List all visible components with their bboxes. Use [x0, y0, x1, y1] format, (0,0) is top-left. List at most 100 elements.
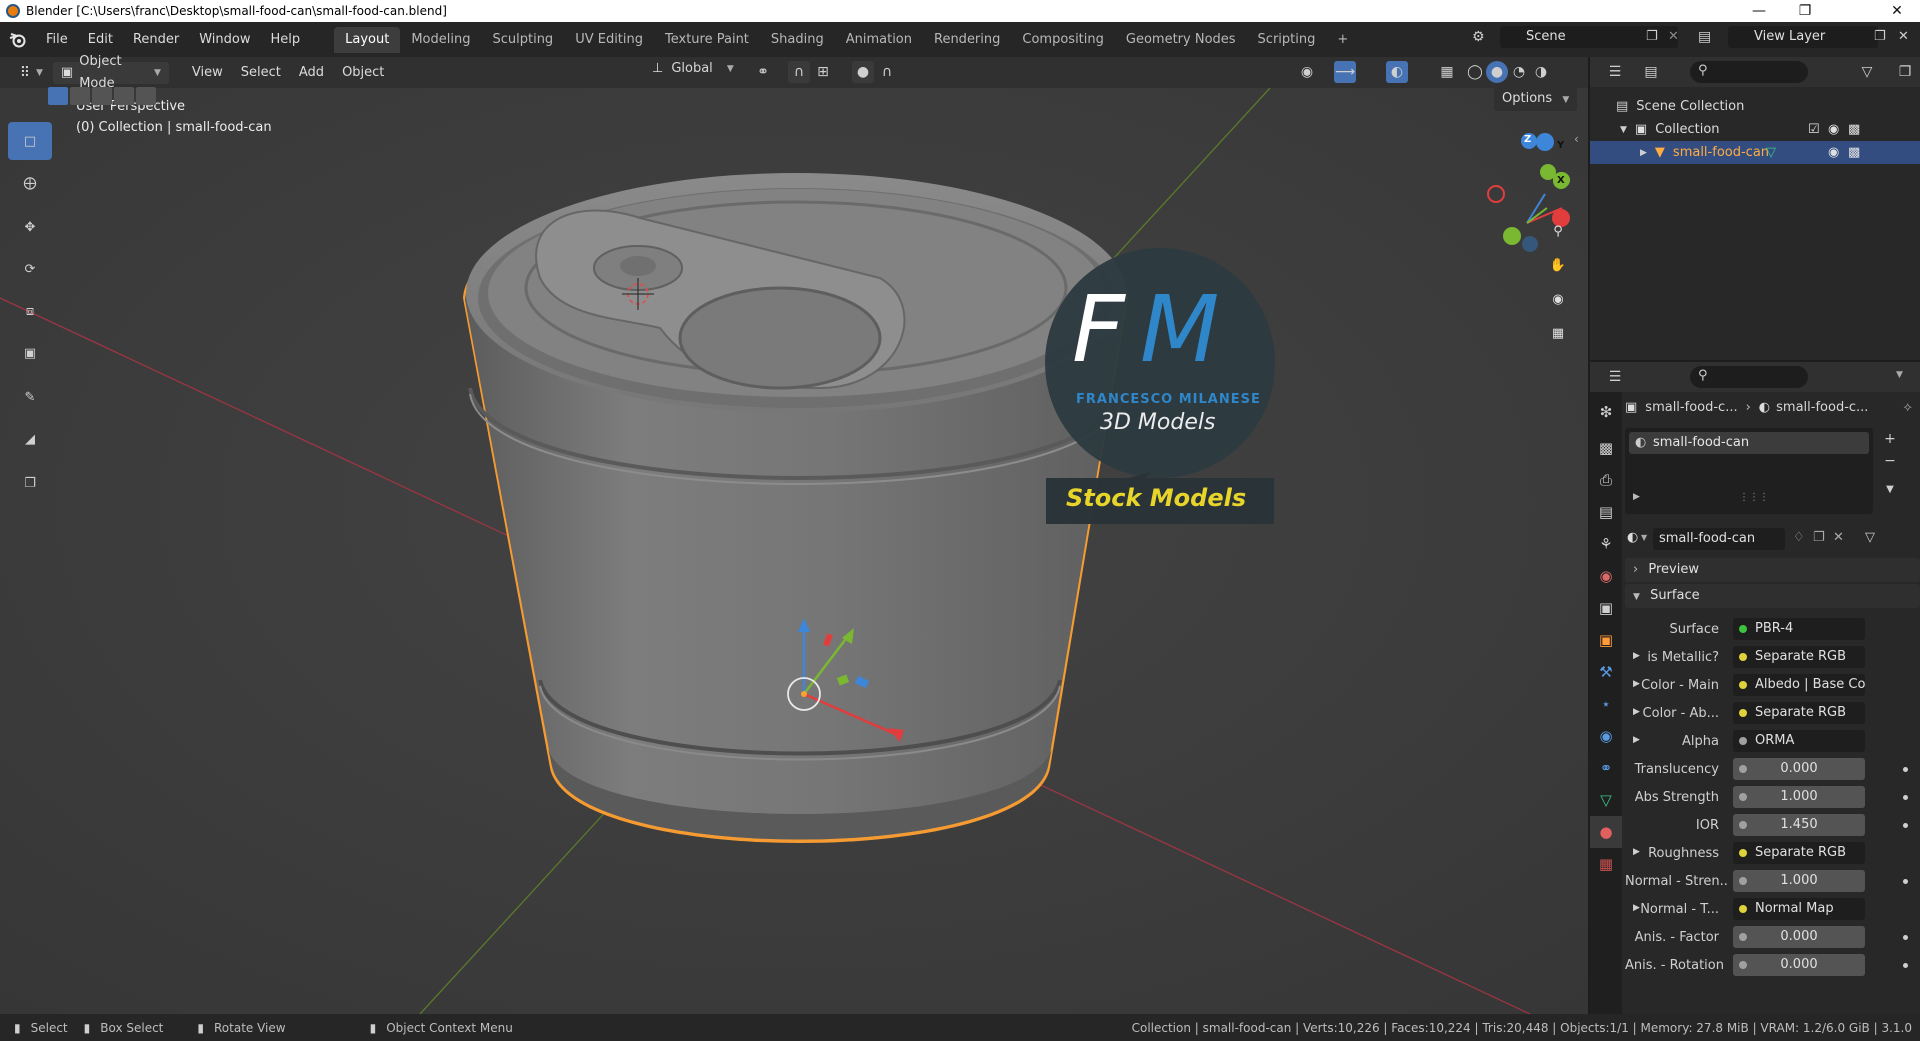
tab-modeling[interactable]: Modeling — [400, 27, 481, 53]
camera-view-icon[interactable]: ◉ — [1543, 284, 1573, 314]
socket-dot-icon[interactable] — [1739, 765, 1747, 773]
menu-add[interactable]: Add — [290, 65, 333, 80]
menu-file[interactable]: File — [36, 22, 78, 57]
output-tab-icon[interactable]: ⎙ — [1590, 464, 1622, 496]
outliner-search-input[interactable]: ⚲ — [1690, 61, 1808, 83]
properties-editor-type-icon[interactable]: ☰ — [1604, 366, 1626, 388]
add-slot-icon[interactable]: + — [1879, 428, 1901, 450]
mesh-data-icon[interactable]: ▽ — [1766, 145, 1776, 160]
maximize-icon[interactable]: ❐ — [1782, 0, 1828, 22]
new-collection-icon[interactable]: ❐ — [1894, 61, 1916, 83]
socket-dot-icon[interactable] — [1739, 793, 1747, 801]
render-camera-icon[interactable]: ▩ — [1848, 145, 1860, 160]
filter-icon[interactable]: ▽ — [1856, 61, 1878, 83]
keyframe-dot-icon[interactable] — [1903, 963, 1908, 968]
expand-arrow-icon[interactable]: ▼ — [1620, 125, 1627, 135]
scene-tab-icon[interactable]: ⚘ — [1590, 528, 1622, 560]
material-browse-icon[interactable]: ◐ — [1627, 530, 1638, 545]
blender-menu-icon[interactable] — [0, 22, 36, 57]
proportional-edit-icon[interactable]: ● — [852, 61, 874, 83]
xray-icon[interactable]: ▦ — [1436, 61, 1458, 83]
tab-uv-editing[interactable]: UV Editing — [564, 27, 654, 53]
outliner-row-collection[interactable]: ▼ ▣ Collection ☑ ◉ ▩ — [1590, 118, 1920, 141]
keyframe-dot-icon[interactable] — [1903, 879, 1908, 884]
zoom-icon[interactable]: ⚲ — [1543, 216, 1573, 246]
physics-tab-icon[interactable]: ◉ — [1590, 720, 1622, 752]
keyframe-dot-icon[interactable] — [1903, 823, 1908, 828]
collection-tab-icon[interactable]: ▣ — [1590, 592, 1622, 624]
rotate-tool-icon[interactable]: ⟳ — [8, 250, 52, 288]
particles-tab-icon[interactable]: ⋆ — [1590, 688, 1622, 720]
socket-link-field[interactable]: Albedo | Base Color — [1733, 674, 1865, 696]
material-slot-item[interactable]: ◐ small-food-can — [1629, 432, 1869, 454]
outliner-editor-type-icon[interactable]: ☰ — [1604, 61, 1626, 83]
render-camera-icon[interactable]: ▩ — [1848, 122, 1860, 137]
select-new-icon[interactable] — [48, 87, 68, 105]
move-tool-icon[interactable]: ✥ — [8, 208, 52, 246]
pivot-point-icon[interactable]: ⚭ — [752, 61, 774, 83]
menu-object[interactable]: Object — [333, 65, 393, 80]
new-scene-icon[interactable]: ❐ — [1646, 29, 1658, 44]
tab-scripting[interactable]: Scripting — [1247, 27, 1327, 53]
add-workspace-button[interactable]: + — [1326, 27, 1359, 53]
falloff-icon[interactable]: ∩ — [876, 61, 898, 83]
number-field[interactable]: 1.450 — [1733, 814, 1865, 836]
tab-compositing[interactable]: Compositing — [1011, 27, 1115, 53]
menu-view[interactable]: View — [183, 65, 232, 80]
socket-dot-icon[interactable] — [1739, 933, 1747, 941]
delete-view-layer-icon[interactable]: ✕ — [1898, 29, 1909, 44]
annotate-tool-icon[interactable]: ✎ — [8, 378, 52, 416]
world-tab-icon[interactable]: ◉ — [1590, 560, 1622, 592]
tab-rendering[interactable]: Rendering — [923, 27, 1011, 53]
keyframe-dot-icon[interactable] — [1903, 767, 1908, 772]
select-invert-icon[interactable] — [114, 87, 134, 105]
fake-user-icon[interactable]: ♢ — [1793, 530, 1805, 545]
editor-type-icon[interactable]: ⠿ — [14, 62, 36, 84]
view-layer-icon[interactable]: ▤ — [1698, 29, 1711, 45]
minimize-icon[interactable]: — — [1736, 0, 1782, 22]
socket-link-field[interactable]: Separate RGB — [1733, 842, 1865, 864]
visibility-icon[interactable]: ◉ — [1296, 61, 1318, 83]
sidebar-toggle-icon[interactable]: ‹ — [1574, 132, 1579, 146]
unlink-material-icon[interactable]: ✕ — [1833, 530, 1844, 545]
rendered-shading-icon[interactable]: ◑ — [1530, 61, 1552, 83]
tab-texture-paint[interactable]: Texture Paint — [654, 27, 760, 53]
keyframe-dot-icon[interactable] — [1903, 795, 1908, 800]
transform-tool-icon[interactable]: ▣ — [8, 334, 52, 372]
snap-target-icon[interactable]: ⊞ — [812, 61, 834, 83]
modifiers-tab-icon[interactable]: ⚒ — [1590, 656, 1622, 688]
socket-dot-icon[interactable] — [1739, 821, 1747, 829]
display-mode-icon[interactable]: ▤ — [1640, 61, 1662, 83]
3d-viewport[interactable]: User Perspective (0) Collection | small-… — [0, 88, 1588, 1014]
eye-icon[interactable]: ◉ — [1828, 122, 1839, 137]
options-button[interactable]: Options ▼ — [1494, 88, 1578, 111]
expand-arrow-icon[interactable]: ▶ — [1633, 735, 1640, 745]
socket-dot-icon[interactable] — [1739, 877, 1747, 885]
slot-menu-icon[interactable]: ▼ — [1879, 478, 1901, 500]
material-slot-list[interactable]: ◐ small-food-can ▶ ⋮⋮⋮ — [1625, 428, 1873, 514]
chevron-down-icon[interactable]: ▼ — [1896, 370, 1903, 380]
select-box-tool-icon[interactable]: □ — [8, 122, 52, 160]
transform-orientation[interactable]: ⊥ Global ▼ — [652, 61, 734, 76]
close-icon[interactable]: ✕ — [1874, 0, 1920, 22]
food-can-mesh[interactable] — [463, 173, 1128, 843]
socket-link-field[interactable]: ORMA — [1733, 730, 1865, 752]
socket-dot-icon[interactable] — [1739, 625, 1747, 633]
wireframe-shading-icon[interactable]: ◯ — [1464, 61, 1486, 83]
exclude-checkbox-icon[interactable]: ☑ — [1808, 122, 1820, 137]
solid-shading-icon[interactable]: ● — [1486, 61, 1508, 83]
properties-search-input[interactable]: ⚲ — [1690, 366, 1808, 388]
render-tab-icon[interactable]: ▩ — [1590, 432, 1622, 464]
resize-handle-icon[interactable]: ⋮⋮⋮ — [1739, 492, 1769, 503]
socket-dot-icon[interactable] — [1739, 961, 1747, 969]
tab-sculpting[interactable]: Sculpting — [481, 27, 564, 53]
expand-arrow-icon[interactable]: ▶ — [1633, 847, 1640, 857]
tab-animation[interactable]: Animation — [835, 27, 923, 53]
eye-icon[interactable]: ◉ — [1828, 145, 1839, 160]
duplicate-material-icon[interactable]: ❐ — [1813, 530, 1825, 545]
number-field[interactable]: 1.000 — [1733, 786, 1865, 808]
expand-arrow-icon[interactable]: ▶ — [1633, 679, 1640, 689]
tab-layout[interactable]: Layout — [334, 26, 401, 53]
menu-window[interactable]: Window — [189, 22, 260, 57]
tab-geometry-nodes[interactable]: Geometry Nodes — [1115, 27, 1247, 53]
